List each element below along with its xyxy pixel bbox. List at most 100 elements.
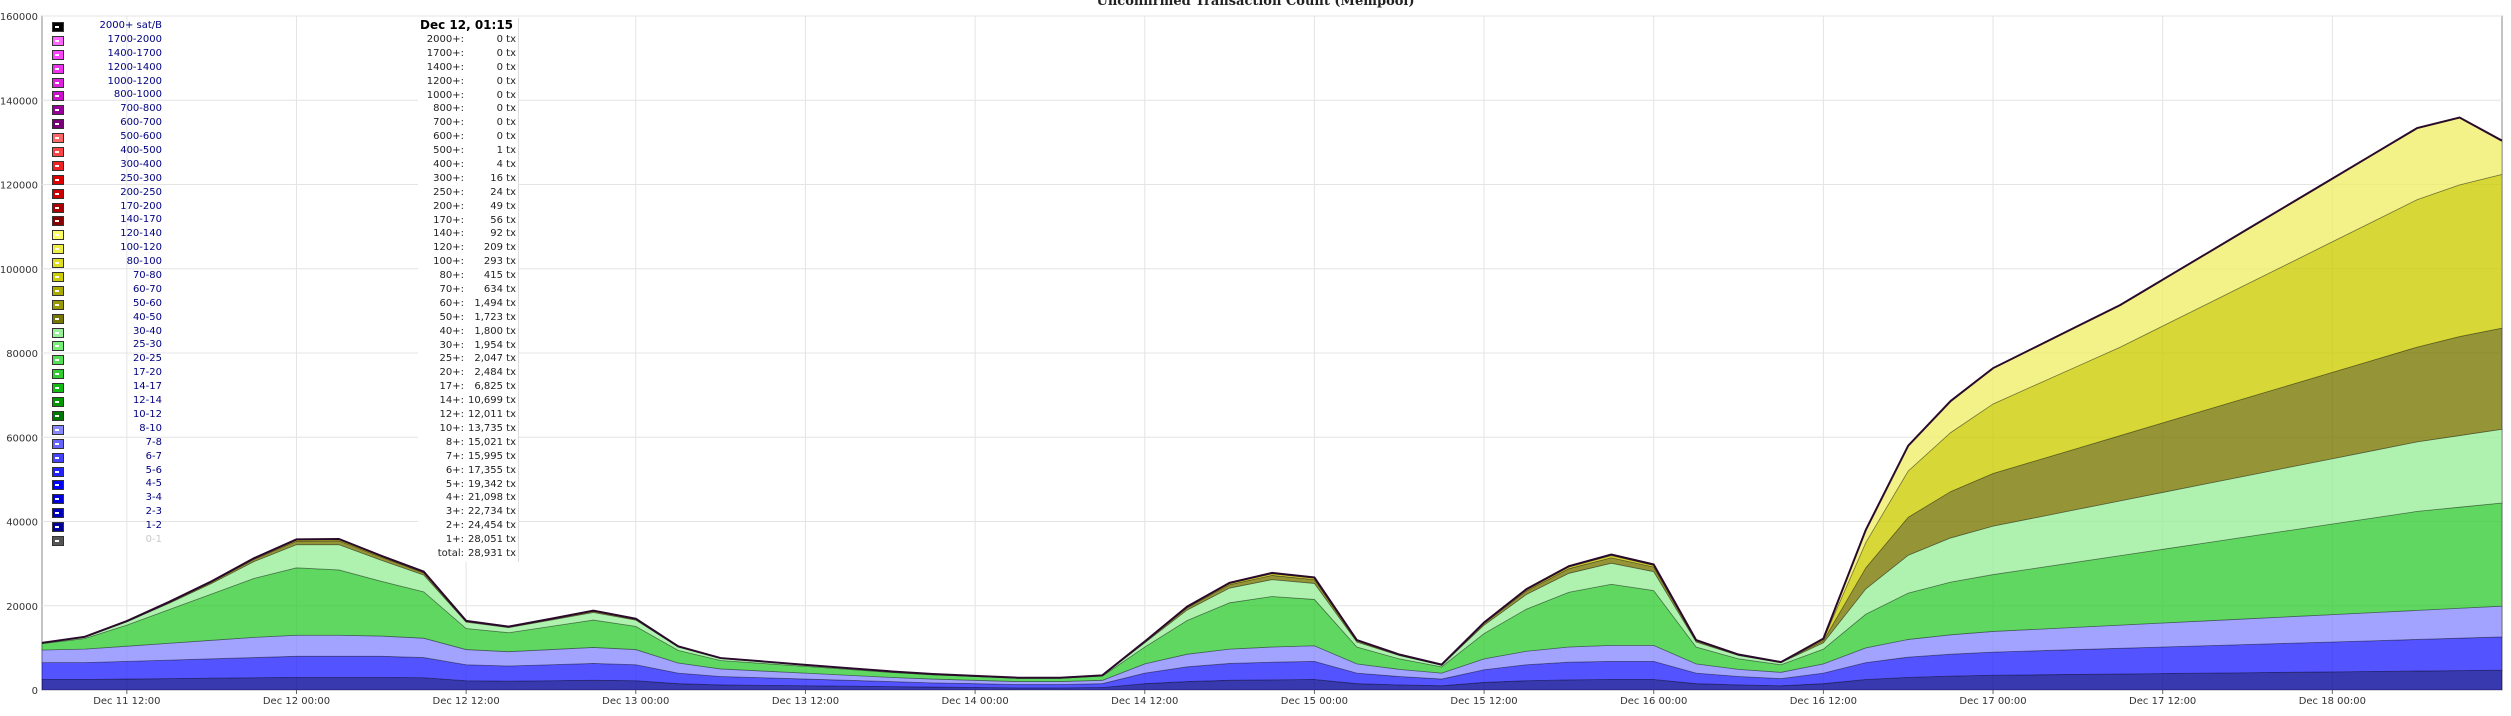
- legend-item[interactable]: 1200-1400: [52, 62, 162, 76]
- legend-swatch: [52, 91, 64, 102]
- legend-item[interactable]: 170-200: [52, 201, 162, 215]
- tooltip-row: 1200+: 0 tx: [418, 76, 518, 90]
- legend-label: 1700-2000: [107, 33, 162, 45]
- legend-item[interactable]: 1700-2000: [52, 34, 162, 48]
- legend-item[interactable]: 1-2: [52, 520, 162, 534]
- legend-item[interactable]: 17-20: [52, 367, 162, 381]
- legend-item[interactable]: 14-17: [52, 381, 162, 395]
- legend-item[interactable]: 7-8: [52, 437, 162, 451]
- legend-item[interactable]: 120-140: [52, 228, 162, 242]
- legend-swatch: [52, 355, 64, 366]
- tooltip-row-value: 0 tx: [496, 75, 516, 87]
- mempool-chart[interactable]: 0 20000 40000 60000 80000 100000 120000 140000 1…: [0, 0, 2511, 716]
- tooltip-row-label: 300+:: [433, 172, 464, 184]
- legend-label: 300-400: [120, 158, 162, 170]
- tooltip-row-value: 10,699 tx: [467, 395, 516, 407]
- tooltip-row-value: 16 tx: [490, 172, 516, 184]
- legend-swatch: [52, 216, 64, 227]
- legend-label: 3-4: [145, 492, 162, 504]
- legend-swatch: [52, 230, 64, 241]
- legend-label: 40-50: [132, 311, 162, 323]
- x-tick-label: Dec 14 12:00: [1111, 696, 1178, 707]
- tooltip-row-label: 800+:: [433, 103, 464, 115]
- legend-label: 25-30: [132, 339, 162, 351]
- legend-item[interactable]: 5-6: [52, 465, 162, 479]
- tooltip-row: 1000+: 0 tx: [418, 90, 518, 104]
- legend-swatch: [52, 466, 64, 477]
- y-tick-label: 160000: [0, 12, 38, 23]
- tooltip-row-value: 415 tx: [483, 270, 516, 282]
- tooltip-row: 12+: 12,011 tx: [418, 409, 518, 423]
- legend-item[interactable]: 60-70: [52, 284, 162, 298]
- legend-label: 700-800: [120, 103, 162, 115]
- legend-label: 170-200: [120, 200, 162, 212]
- x-tick-label: Dec 13 12:00: [772, 696, 839, 707]
- legend-item[interactable]: 4-5: [52, 478, 162, 492]
- tooltip-row-value: 1,800 tx: [474, 325, 516, 337]
- legend-item[interactable]: 800-1000: [52, 89, 162, 103]
- legend-label: 2000+ sat/B: [99, 20, 163, 31]
- legend-swatch: [52, 383, 64, 394]
- tooltip-row: 8+: 15,021 tx: [418, 437, 518, 451]
- legend-label: 10-12: [132, 408, 162, 420]
- legend-item[interactable]: 25-30: [52, 339, 162, 353]
- legend-label: 120-140: [120, 228, 162, 240]
- legend-item[interactable]: 50-60: [52, 298, 162, 312]
- legend-swatch: [52, 160, 64, 171]
- legend-item[interactable]: 500-600: [52, 131, 162, 145]
- legend-item[interactable]: 200-250: [52, 187, 162, 201]
- legend-label: 4-5: [145, 478, 162, 490]
- legend-item[interactable]: 250-300: [52, 173, 162, 187]
- tooltip-row-label: 140+:: [433, 228, 464, 240]
- legend-item[interactable]: 1000-1200: [52, 76, 162, 90]
- tooltip-row-label: total:: [437, 547, 464, 559]
- tooltip-row: 5+: 19,342 tx: [418, 479, 518, 493]
- legend-item[interactable]: 2-3: [52, 506, 162, 520]
- legend-item[interactable]: 2000+ sat/B: [52, 20, 162, 34]
- y-tick-label: 20000: [6, 602, 38, 613]
- legend-label: 70-80: [132, 270, 162, 282]
- tooltip-row: 1700+: 0 tx: [418, 48, 518, 62]
- legend-item[interactable]: 1400-1700: [52, 48, 162, 62]
- tooltip-row: 700+: 0 tx: [418, 117, 518, 131]
- tooltip-row-label: 60+:: [439, 297, 464, 309]
- legend-item[interactable]: 100-120: [52, 242, 162, 256]
- legend-item[interactable]: 300-400: [52, 159, 162, 173]
- legend-item[interactable]: 10-12: [52, 409, 162, 423]
- legend-item[interactable]: 20-25: [52, 353, 162, 367]
- legend-item[interactable]: 3-4: [52, 492, 162, 506]
- legend-item[interactable]: 12-14: [52, 395, 162, 409]
- tooltip-row: 25+: 2,047 tx: [418, 353, 518, 367]
- legend-item[interactable]: 140-170: [52, 214, 162, 228]
- legend-item[interactable]: 400-500: [52, 145, 162, 159]
- legend-swatch: [52, 147, 64, 158]
- legend-item[interactable]: 30-40: [52, 326, 162, 340]
- tooltip-row-value: 0 tx: [496, 103, 516, 115]
- tooltip-row-value: 92 tx: [490, 228, 516, 240]
- tooltip-row: 100+: 293 tx: [418, 256, 518, 270]
- legend-item[interactable]: 600-700: [52, 117, 162, 131]
- y-tick-label: 120000: [0, 181, 38, 192]
- legend-item[interactable]: 70-80: [52, 270, 162, 284]
- tooltip-row-value: 22,734 tx: [467, 506, 516, 518]
- tooltip-row: 800+: 0 tx: [418, 103, 518, 117]
- tooltip-row-value: 28,051 tx: [467, 534, 516, 546]
- legend-item[interactable]: 700-800: [52, 103, 162, 117]
- legend-swatch: [52, 480, 64, 491]
- legend-swatch: [52, 174, 64, 185]
- x-tick-label: Dec 14 00:00: [941, 696, 1008, 707]
- y-tick-label: 100000: [0, 265, 38, 276]
- legend-item[interactable]: 0-1: [52, 534, 162, 548]
- legend-item[interactable]: 80-100: [52, 256, 162, 270]
- tooltip-row: total: 28,931 tx: [418, 548, 518, 562]
- legend-label: 6-7: [145, 450, 162, 462]
- legend-swatch: [52, 285, 64, 296]
- tooltip-row-label: 4+:: [445, 492, 464, 504]
- tooltip-row: 200+: 49 tx: [418, 201, 518, 215]
- y-tick-label: 60000: [6, 433, 38, 444]
- legend-label: 2-3: [145, 506, 162, 518]
- legend-item[interactable]: 8-10: [52, 423, 162, 437]
- tooltip-row-label: 7+:: [445, 450, 464, 462]
- legend-item[interactable]: 40-50: [52, 312, 162, 326]
- legend-item[interactable]: 6-7: [52, 451, 162, 465]
